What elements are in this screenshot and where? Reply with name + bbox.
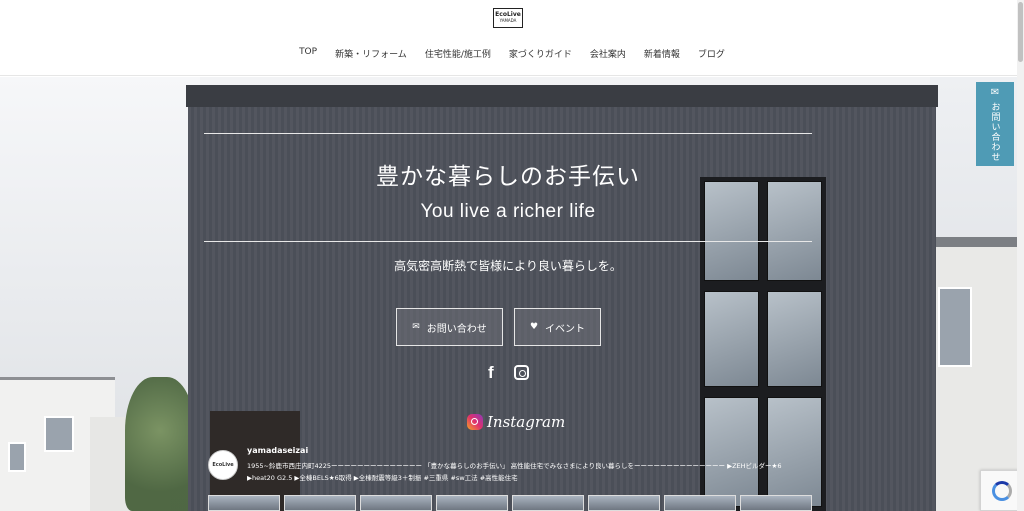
nav-item-company[interactable]: 会社案内 — [581, 47, 635, 60]
hero-subtitle: 高気密高断熱で皆様により良い暮らしを。 — [394, 259, 622, 273]
instagram-logo-icon — [467, 414, 483, 430]
instagram-thumbnail[interactable] — [284, 495, 356, 511]
recaptcha-icon — [992, 480, 1012, 501]
floating-contact-tab[interactable]: ✉ お問い合わせ — [976, 82, 1014, 166]
nav-item-guide[interactable]: 家づくりガイド — [500, 47, 581, 60]
instagram-thumbnail[interactable] — [208, 495, 280, 511]
contact-button-label: お問い合わせ — [426, 323, 487, 335]
instagram-icon[interactable] — [514, 365, 529, 380]
instagram-bio: 1955~鈴鹿市西庄内町4225ーーーーーーーーーーーーーー 「豊かな暮らしのお… — [247, 460, 807, 484]
instagram-bio-line-1: 1955~鈴鹿市西庄内町4225ーーーーーーーーーーーーーー 「豊かな暮らしのお… — [247, 462, 782, 470]
avatar[interactable]: EcoLive — [208, 450, 238, 480]
instagram-thumbnail[interactable] — [588, 495, 660, 511]
nav-item-news[interactable]: 新着情報 — [635, 47, 689, 60]
instagram-thumbnail[interactable] — [436, 495, 508, 511]
instagram-bio-line-2: ▶heat20 G2.5 ▶全棟BELS★6取得 ▶全棟耐震等級3＋制振 #三重… — [247, 474, 518, 482]
event-button-label: イベント — [545, 323, 586, 335]
building-roof — [186, 85, 938, 107]
hero-rule-top — [204, 133, 812, 134]
scrollbar[interactable] — [1017, 0, 1024, 511]
instagram-thumbnail[interactable] — [360, 495, 432, 511]
facebook-icon[interactable]: f — [488, 363, 494, 383]
hero-title-en: You live a richer life — [420, 201, 596, 222]
site-header: EcoLive YAMADA TOP 新築・リフォーム 住宅性能/施工例 家づく… — [0, 0, 1024, 76]
contact-button[interactable]: ✉ お問い合わせ — [396, 308, 503, 346]
contact-tab-label: お問い合わせ — [989, 102, 1000, 162]
instagram-heading: Instagram — [487, 413, 566, 431]
instagram-username[interactable]: yamadaseizai — [247, 446, 308, 455]
instagram-thumbnail[interactable] — [740, 495, 812, 511]
event-button[interactable]: ♥ イベント — [514, 308, 601, 346]
nav-item-new-build[interactable]: 新築・リフォーム — [326, 47, 416, 60]
main-nav: TOP 新築・リフォーム 住宅性能/施工例 家づくりガイド 会社案内 新着情報 … — [0, 47, 1024, 60]
hero-rule-bottom — [204, 241, 812, 242]
scrollbar-thumb[interactable] — [1018, 2, 1023, 62]
nav-item-performance[interactable]: 住宅性能/施工例 — [416, 47, 500, 60]
site-logo[interactable]: EcoLive YAMADA — [493, 8, 523, 28]
heart-icon: ♥ — [529, 322, 539, 332]
envelope-icon: ✉ — [990, 87, 1000, 98]
hero-title-jp: 豊かな暮らしのお手伝い — [376, 164, 640, 190]
nav-item-top[interactable]: TOP — [290, 47, 326, 60]
hero-section: 豊かな暮らしのお手伝い You live a richer life 高気密高断… — [0, 77, 1024, 511]
tree — [125, 377, 195, 511]
envelope-icon: ✉ — [412, 322, 420, 332]
instagram-thumbnail[interactable] — [512, 495, 584, 511]
logo-sub: YAMADA — [499, 18, 517, 23]
instagram-thumbnail[interactable] — [664, 495, 736, 511]
nav-item-blog[interactable]: ブログ — [689, 47, 734, 60]
